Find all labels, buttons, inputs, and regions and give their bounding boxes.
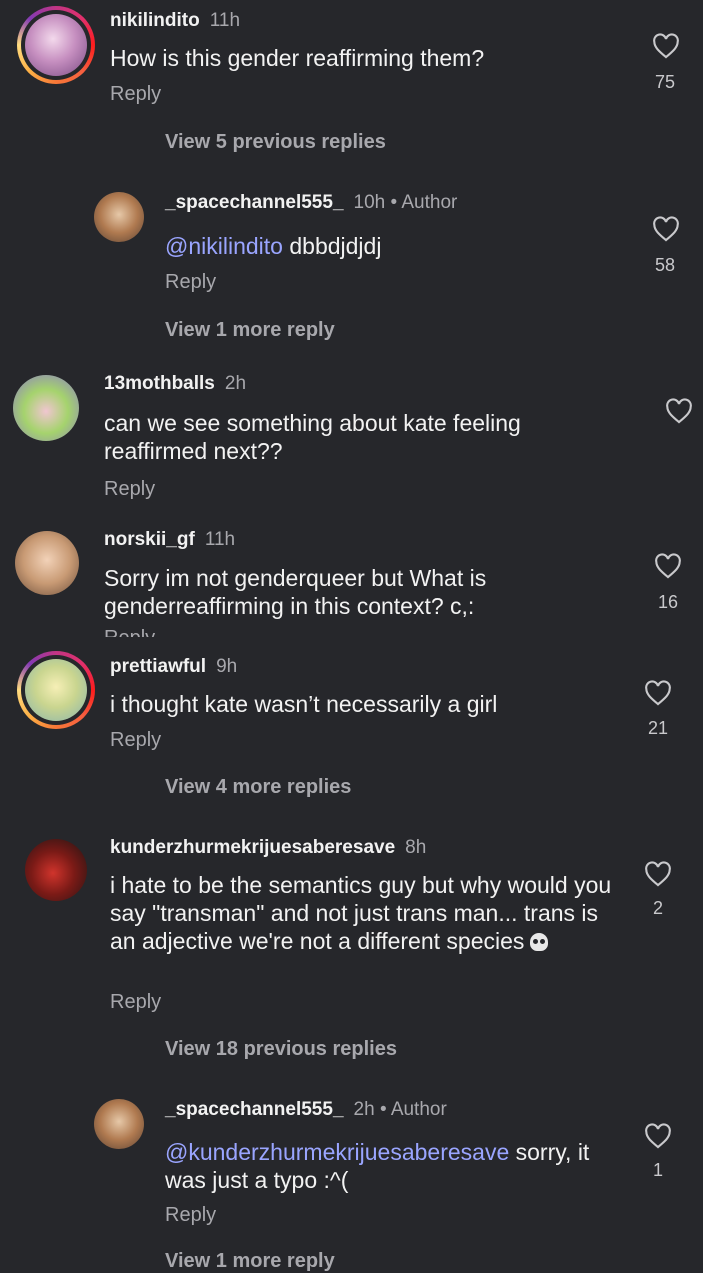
heart-outline-icon[interactable] — [665, 398, 693, 424]
view-replies-button[interactable]: View 1 more reply — [165, 319, 335, 342]
comment-text: Sorry im not genderqueer but What is gen… — [104, 565, 487, 619]
like-count: 2 — [652, 898, 663, 918]
avatar[interactable] — [25, 659, 87, 721]
comment-time: 11h — [204, 529, 236, 550]
reply-button[interactable]: Reply — [110, 991, 161, 1014]
view-replies-button[interactable]: View 18 previous replies — [165, 1038, 397, 1061]
comment-time: 2h — [353, 1099, 375, 1120]
comment-username[interactable]: _spacechannel555_ 2h • Author — [165, 1099, 447, 1121]
comment-text: can we see something about kate feeling … — [104, 410, 521, 464]
comment-username[interactable]: nikilindito 11h — [110, 10, 240, 32]
heart-outline-icon[interactable] — [644, 1123, 672, 1149]
reply-button[interactable]: Reply — [104, 478, 155, 501]
mention-link[interactable]: @nikilindito — [165, 233, 283, 259]
author-badge: • Author — [379, 1099, 447, 1120]
comment-time: 9h — [216, 656, 238, 677]
skull-emoji — [530, 933, 549, 951]
mention-link[interactable]: @kunderzhurmekrijuesaberesave — [165, 1139, 509, 1165]
comment-time: 8h — [405, 837, 427, 858]
comment-time: 10h — [353, 192, 386, 213]
reply-button[interactable]: Reply — [165, 271, 216, 294]
like-count: 75 — [654, 72, 676, 92]
heart-outline-icon[interactable] — [654, 553, 682, 579]
comment-text: i thought kate wasn’t necessarily a girl — [110, 691, 498, 717]
heart-outline-icon[interactable] — [652, 216, 680, 242]
heart-outline-icon[interactable] — [644, 861, 672, 887]
reply-button[interactable]: Reply — [165, 1204, 216, 1227]
like-count: 1 — [652, 1160, 663, 1180]
avatar[interactable] — [25, 839, 87, 901]
view-replies-button[interactable]: View 1 more reply — [165, 1250, 335, 1273]
comment-text: @kunderzhurmekrijuesaberesave sorry, it … — [165, 1139, 590, 1193]
like-count: 16 — [657, 592, 679, 612]
like-count: 21 — [647, 718, 669, 738]
avatar[interactable] — [94, 192, 144, 242]
comment-username[interactable]: prettiawful 9h — [110, 656, 237, 678]
comment-text: How is this gender reaffirming them? — [110, 45, 485, 71]
comment-time: 2h — [224, 373, 247, 394]
view-replies-button[interactable]: View 4 more replies — [165, 776, 351, 799]
heart-outline-icon[interactable] — [644, 680, 672, 706]
author-badge: • Author — [390, 192, 458, 213]
comment-text: i hate to be the semantics guy but why w… — [110, 872, 612, 954]
heart-outline-icon[interactable] — [652, 33, 680, 59]
comment-username[interactable]: kunderzhurmekrijuesaberesave 8h — [110, 837, 426, 859]
reply-button[interactable]: Reply — [110, 729, 161, 752]
avatar[interactable] — [25, 14, 87, 76]
reply-button[interactable]: Reply — [110, 83, 161, 106]
like-count: 58 — [654, 255, 676, 275]
comment-text: @nikilindito dbbdjdjdj — [165, 233, 382, 259]
avatar[interactable] — [94, 1099, 144, 1149]
comment-username[interactable]: _spacechannel555_ 10h • Author — [165, 192, 457, 214]
view-replies-button[interactable]: View 5 previous replies — [165, 131, 386, 154]
comment-username[interactable]: norskii_gf 11h — [104, 529, 235, 551]
avatar[interactable] — [13, 375, 79, 441]
reply-button[interactable]: Reply — [104, 628, 174, 637]
comment-username[interactable]: 13mothballs 2h — [104, 373, 246, 395]
avatar[interactable] — [15, 531, 79, 595]
comment-time: 11h — [209, 10, 241, 31]
